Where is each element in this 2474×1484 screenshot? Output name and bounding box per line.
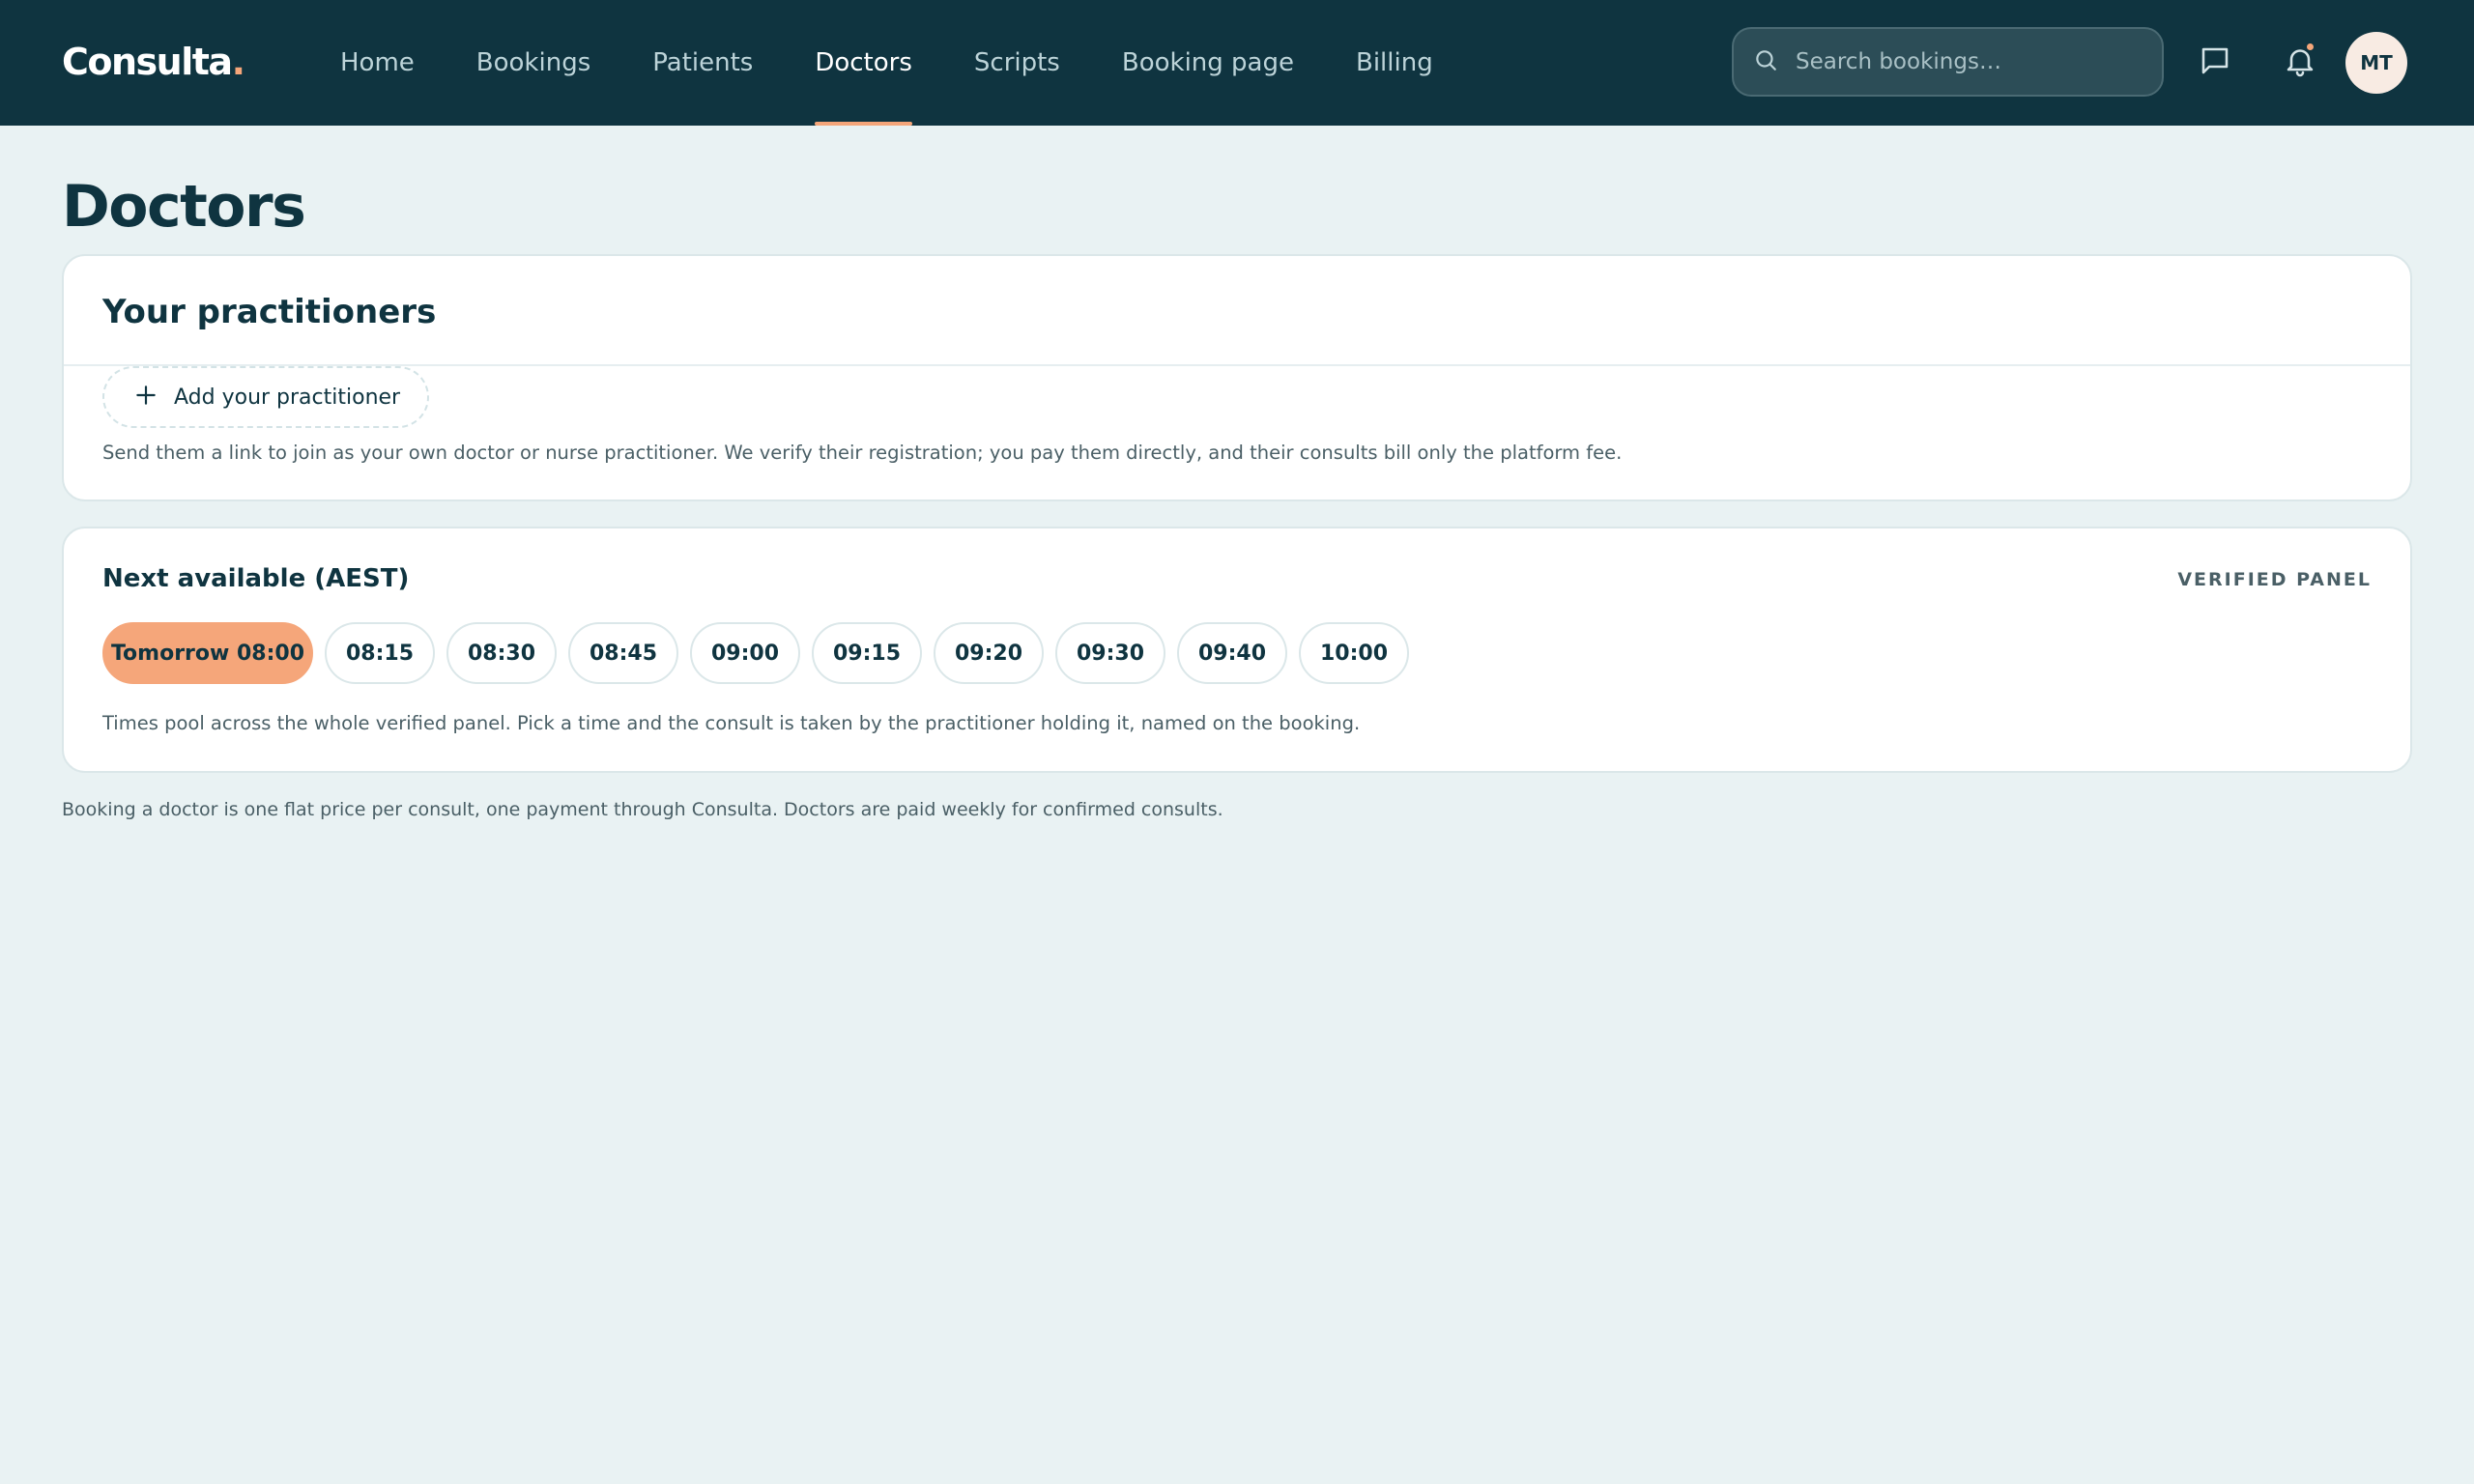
app-logo[interactable]: Consulta.: [62, 39, 245, 85]
notifications-button[interactable]: [2276, 39, 2324, 87]
card-divider: [64, 364, 2410, 366]
time-slot[interactable]: 09:15: [812, 622, 922, 684]
availability-note: Times pool across the whole verified pan…: [102, 712, 1361, 734]
time-slot[interactable]: 08:15: [325, 622, 435, 684]
avatar[interactable]: MT: [2345, 32, 2407, 94]
practitioners-card: Your practitioners Add your practitioner…: [62, 254, 2412, 501]
add-practitioner-button[interactable]: Add your practitioner: [102, 366, 430, 428]
nav-item-billing[interactable]: Billing: [1325, 0, 1464, 126]
plus-icon: [133, 383, 158, 412]
search-input[interactable]: [1796, 49, 2143, 74]
time-slot[interactable]: 09:30: [1055, 622, 1165, 684]
pricing-footnote: Booking a doctor is one flat price per c…: [62, 799, 1223, 820]
availability-card: Next available (AEST) VERIFIED PANEL Tom…: [62, 527, 2412, 773]
time-slot[interactable]: 09:00: [690, 622, 800, 684]
add-practitioner-label: Add your practitioner: [174, 385, 401, 410]
nav-item-patients[interactable]: Patients: [621, 0, 784, 126]
nav-item-scripts[interactable]: Scripts: [943, 0, 1091, 126]
logo-dot: .: [231, 41, 245, 83]
main-nav: Home Bookings Patients Doctors Scripts B…: [309, 0, 1464, 126]
nav-item-home[interactable]: Home: [309, 0, 446, 126]
logo-text: Consulta: [62, 41, 233, 83]
notification-dot: [2305, 42, 2316, 52]
time-slot[interactable]: 10:00: [1299, 622, 1409, 684]
nav-item-bookings[interactable]: Bookings: [446, 0, 621, 126]
availability-title: Next available (AEST): [102, 564, 410, 593]
messages-button[interactable]: [2191, 39, 2239, 87]
nav-item-doctors[interactable]: Doctors: [784, 0, 943, 126]
practitioners-note: Send them a link to join as your own doc…: [102, 442, 1623, 464]
search-icon: [1753, 47, 1778, 76]
time-slot-selected[interactable]: Tomorrow 08:00: [102, 622, 313, 684]
time-slot-list: Tomorrow 08:00 08:15 08:30 08:45 09:00 0…: [102, 622, 1409, 684]
time-slot[interactable]: 09:40: [1177, 622, 1287, 684]
top-navigation-bar: Consulta. Home Bookings Patients Doctors…: [0, 0, 2474, 126]
nav-item-booking-page[interactable]: Booking page: [1091, 0, 1325, 126]
time-slot[interactable]: 08:45: [568, 622, 678, 684]
search-box[interactable]: [1732, 27, 2164, 97]
time-slot[interactable]: 09:20: [934, 622, 1044, 684]
chat-icon: [2198, 43, 2232, 82]
practitioners-title: Your practitioners: [102, 293, 437, 331]
time-slot[interactable]: 08:30: [446, 622, 557, 684]
verified-panel-label: VERIFIED PANEL: [2177, 569, 2372, 590]
page-title: Doctors: [62, 173, 306, 241]
